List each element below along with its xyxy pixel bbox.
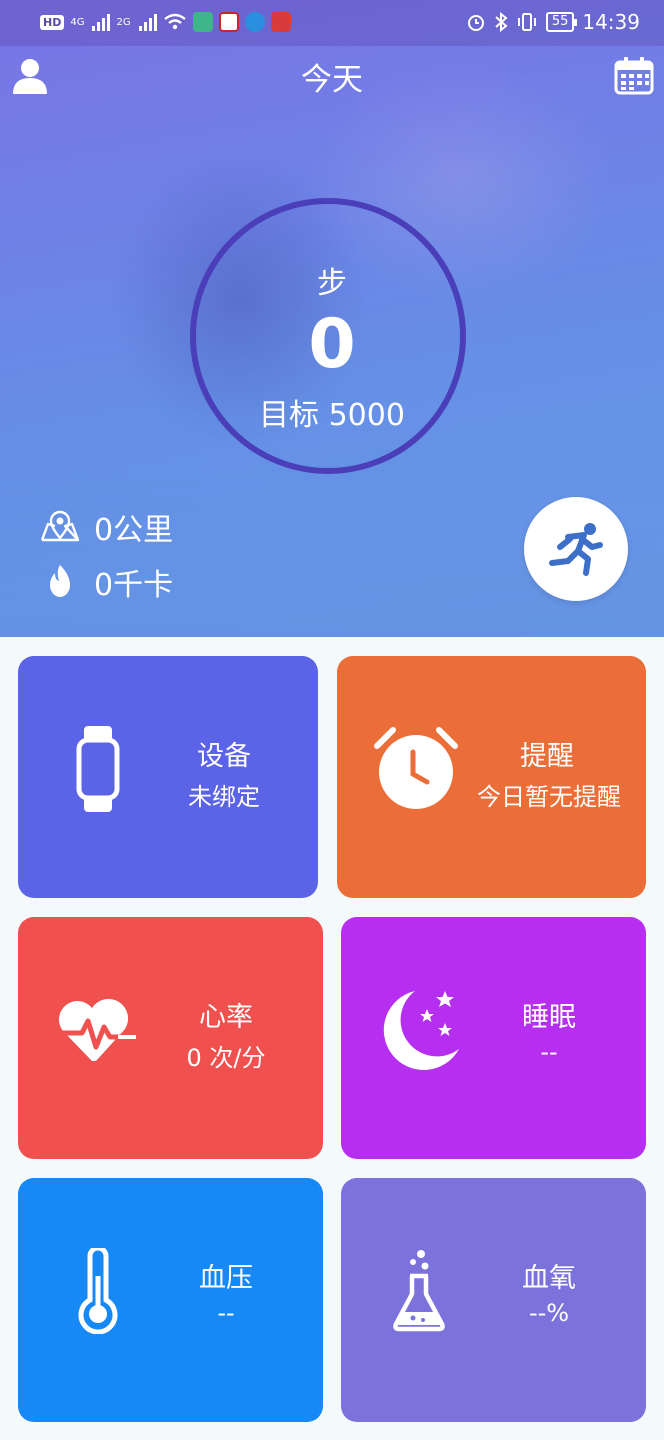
device-title: 设备 xyxy=(197,741,251,772)
app-notification-icon xyxy=(270,12,291,32)
status-bar: HD 4G 2G 55 14:39 xyxy=(0,0,664,46)
steps-goal: 目标 5000 xyxy=(259,398,405,433)
calendar-button[interactable] xyxy=(613,56,655,96)
device-status: 未绑定 xyxy=(188,783,260,811)
heart-rate-title: 心率 xyxy=(199,1002,253,1033)
reminder-card[interactable]: 提醒 今日暂无提醒 xyxy=(337,656,646,898)
heart-rate-value: 0 次/分 xyxy=(186,1044,266,1072)
hd-badge: HD xyxy=(40,14,65,30)
sleep-value: -- xyxy=(540,1038,558,1066)
app-notification-icon xyxy=(192,12,213,32)
blood-oxygen-card[interactable]: 血氧 --% xyxy=(341,1178,646,1422)
alarm-clock-icon xyxy=(374,727,458,809)
vibrate-icon xyxy=(517,13,536,31)
clock: 14:39 xyxy=(582,10,640,34)
device-card[interactable]: 设备 未绑定 xyxy=(18,656,318,898)
watch-icon xyxy=(76,726,120,812)
sleep-card[interactable]: 睡眠 -- xyxy=(341,917,646,1159)
blood-pressure-title: 血压 xyxy=(199,1263,253,1294)
reminder-status: 今日暂无提醒 xyxy=(477,783,621,811)
flask-icon xyxy=(393,1250,445,1332)
distance-stat: 0公里 xyxy=(40,505,173,549)
status-right: 55 14:39 xyxy=(466,10,640,34)
blood-oxygen-title: 血氧 xyxy=(522,1263,576,1294)
sim2-type: 2G xyxy=(116,16,131,28)
distance-value: 0公里 xyxy=(94,513,174,548)
map-pin-icon xyxy=(40,510,80,542)
heart-rate-card[interactable]: 心率 0 次/分 xyxy=(18,917,323,1159)
steps-value: 0 xyxy=(308,305,356,384)
calories-value: 0千卡 xyxy=(94,568,174,603)
signal-icon xyxy=(92,13,111,31)
app-notification-icon xyxy=(218,12,239,32)
battery-indicator: 55 xyxy=(545,12,577,32)
blood-pressure-card[interactable]: 血压 -- xyxy=(18,1178,323,1422)
moon-stars-icon xyxy=(383,991,459,1071)
running-icon xyxy=(549,523,603,576)
calories-stat: 0千卡 xyxy=(40,560,173,604)
start-run-button[interactable] xyxy=(524,497,628,601)
signal-icon xyxy=(138,13,157,31)
app-notification-icon xyxy=(244,12,265,32)
page-title: 今天 xyxy=(301,62,363,98)
flame-icon xyxy=(50,565,70,597)
sleep-title: 睡眠 xyxy=(522,1002,576,1033)
heart-pulse-icon xyxy=(58,998,136,1061)
steps-label: 步 xyxy=(317,266,347,301)
calendar-icon xyxy=(614,57,654,95)
blood-oxygen-value: --% xyxy=(528,1299,570,1327)
thermometer-icon xyxy=(78,1248,118,1334)
alarm-icon xyxy=(467,15,484,31)
status-left: HD 4G 2G xyxy=(40,12,291,32)
sim1-type: 4G xyxy=(70,16,85,28)
blood-pressure-value: -- xyxy=(217,1299,235,1327)
reminder-title: 提醒 xyxy=(520,741,574,772)
wifi-icon xyxy=(163,13,186,30)
bluetooth-icon xyxy=(495,12,508,32)
